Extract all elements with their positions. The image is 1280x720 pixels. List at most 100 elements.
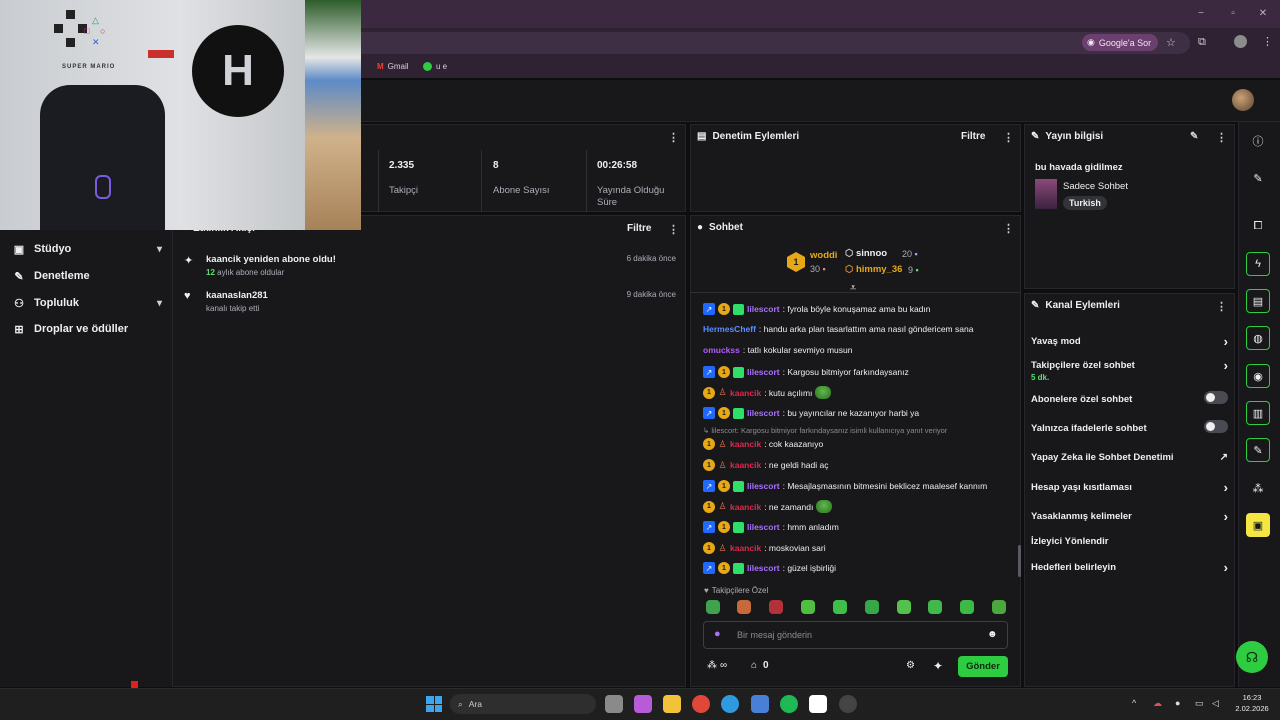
emote-8[interactable]: [928, 600, 942, 614]
chat-message[interactable]: ↗ 1 lilescort: Mesajlaşmasının bitmesini b…: [703, 480, 1013, 492]
prime-badge-icon[interactable]: ↗: [703, 562, 715, 574]
emote-4[interactable]: [801, 600, 815, 614]
stream-category[interactable]: Sadece Sohbet: [1063, 181, 1128, 192]
top-gifter-badge-icon[interactable]: 1: [718, 366, 730, 378]
chat-username[interactable]: lilescort: [747, 481, 780, 491]
tray-chevron-icon[interactable]: ^: [1132, 698, 1136, 708]
chat-username[interactable]: kaancik: [730, 439, 761, 449]
edit-pencil-icon[interactable]: ✎: [1246, 166, 1270, 190]
channel-action-item[interactable]: Hedefleri belirleyin ›: [1031, 560, 1228, 575]
chat-message[interactable]: ↗ 1 lilescort: bu yayıncılar ne kazanıyor …: [703, 407, 1013, 419]
stats-menu-icon[interactable]: ⋮: [668, 131, 679, 144]
maximize-icon[interactable]: ▫: [1228, 9, 1238, 19]
volume-icon[interactable]: ◁: [1212, 698, 1219, 709]
prime-badge-icon[interactable]: ↗: [703, 480, 715, 492]
activity-filter-button[interactable]: Filtre: [627, 223, 651, 234]
top-gifter-badge-icon[interactable]: 1: [703, 438, 715, 450]
mod-actions-menu-icon[interactable]: ⋮: [1003, 131, 1014, 144]
microphone-icon[interactable]: ●: [714, 628, 721, 640]
emote-1[interactable]: [706, 600, 720, 614]
chat-message[interactable]: ↗ 1 lilescort: hmm anladım: [703, 521, 1013, 533]
obs-icon[interactable]: [839, 695, 857, 713]
prime-badge-icon[interactable]: ↗: [703, 366, 715, 378]
channel-action-item[interactable]: İzleyici Yönlendir: [1031, 536, 1228, 547]
subscriber-badge-icon[interactable]: [733, 366, 744, 378]
top-gifter-badge-icon[interactable]: 1: [703, 500, 715, 513]
activity-item[interactable]: ✦ kaancik yeniden abone oldu! 12 aylık a…: [184, 254, 680, 277]
lightning-icon[interactable]: ϟ: [1246, 252, 1270, 276]
gift-badge-icon[interactable]: ♙: [718, 460, 727, 471]
address-bar[interactable]: [340, 32, 1190, 54]
info-icon[interactable]: ⓘ: [1246, 129, 1270, 153]
taskbar-search[interactable]: ⌕ Ara: [450, 694, 596, 714]
channel-action-item[interactable]: Yalnızca ifadelerle sohbet: [1031, 420, 1228, 434]
spotify-icon[interactable]: [780, 695, 798, 713]
toggle-switch[interactable]: [1204, 391, 1228, 404]
chat-bubble-icon[interactable]: ◍: [1246, 326, 1270, 350]
chat-username[interactable]: HermesCheff: [703, 324, 756, 334]
sidebar-item-moderation[interactable]: ✎ Denetleme: [12, 269, 162, 283]
help-headset-icon[interactable]: ☊: [1236, 641, 1268, 673]
subscriber-badge-icon[interactable]: [733, 521, 744, 533]
emote-5[interactable]: [833, 600, 847, 614]
subscriber-badge-icon[interactable]: [733, 407, 744, 419]
clapper-icon[interactable]: ▣: [1246, 513, 1270, 537]
chat-message[interactable]: ↗ 1 lilescort: güzel işbirliği: [703, 562, 1013, 574]
chrome-icon[interactable]: [692, 695, 710, 713]
emote-9[interactable]: [960, 600, 974, 614]
display-icon[interactable]: ▭: [1195, 698, 1204, 709]
top-gifter-badge-icon[interactable]: 1: [718, 407, 730, 419]
copilot-icon[interactable]: [634, 695, 652, 713]
chat-message[interactable]: 1 ♙ kaancik: kutu açılımı: [703, 386, 1013, 399]
chat-username[interactable]: omuckss: [703, 345, 740, 355]
chat-username[interactable]: lilescort: [747, 304, 780, 314]
leaderboard-first-name[interactable]: woddi: [810, 250, 837, 261]
store-app-icon[interactable]: [751, 695, 769, 713]
microphone-tray-icon[interactable]: ●: [1175, 698, 1180, 708]
subscriber-badge-icon[interactable]: [733, 562, 744, 574]
top-gifter-badge-icon[interactable]: 1: [718, 521, 730, 533]
profile-icon[interactable]: [1234, 35, 1247, 48]
top-gifter-badge-icon[interactable]: 1: [703, 386, 715, 399]
chat-scrollbar[interactable]: [1018, 545, 1021, 577]
chat-username[interactable]: lilescort: [747, 367, 780, 377]
puzzle-icon[interactable]: ✦: [933, 659, 943, 673]
channel-action-item[interactable]: Yavaş mod ›: [1031, 334, 1228, 349]
top-gifter-badge-icon[interactable]: 1: [703, 459, 715, 471]
prime-badge-icon[interactable]: ↗: [703, 303, 715, 315]
leaderboard-third[interactable]: ⬡ himmy_36: [845, 264, 902, 275]
edit-pencil-icon[interactable]: ✎: [1190, 131, 1198, 142]
broadcast-icon[interactable]: ◉: [1246, 364, 1270, 388]
emote-6[interactable]: [865, 600, 879, 614]
emote-7[interactable]: [897, 600, 911, 614]
chat-message[interactable]: 1 ♙ kaancik: cok kaazanıyo: [703, 438, 1013, 450]
extensions-icon[interactable]: ⧉: [1198, 36, 1206, 49]
chat-message[interactable]: ↗ 1 lilescort: fyrola böyle konuşamaz ama …: [703, 303, 1013, 315]
chat-settings-icon[interactable]: ⚙: [906, 660, 915, 671]
top-gifter-badge-icon[interactable]: 1: [718, 480, 730, 492]
channel-actions-menu-icon[interactable]: ⋮: [1216, 300, 1227, 313]
google-ask-chip[interactable]: ◉ Google'a Sor: [1082, 34, 1158, 51]
chat-username[interactable]: kaancik: [730, 388, 761, 398]
browser-menu-icon[interactable]: ⋮: [1262, 35, 1273, 48]
clipboard-icon[interactable]: ▤: [1246, 289, 1270, 313]
chat-message[interactable]: ↗ 1 lilescort: Kargosu bitmiyor farkındays…: [703, 366, 1013, 378]
top-gifter-badge-icon[interactable]: 1: [703, 542, 715, 554]
chat-username[interactable]: lilescort: [747, 522, 780, 532]
tray-app-icon[interactable]: ☁: [1153, 698, 1162, 709]
gift-badge-icon[interactable]: ♙: [718, 543, 727, 554]
top-gifter-badge-icon[interactable]: 1: [718, 303, 730, 315]
stream-info-menu-icon[interactable]: ⋮: [1216, 131, 1227, 144]
prime-badge-icon[interactable]: ↗: [703, 521, 715, 533]
gift-badge-icon[interactable]: ♙: [718, 387, 727, 398]
prime-badge-icon[interactable]: ↗: [703, 407, 715, 419]
subscriber-badge-icon[interactable]: [733, 303, 744, 315]
chat-username[interactable]: kaancik: [730, 460, 761, 470]
leaderboard-second[interactable]: ⬡ sinnoo: [845, 248, 887, 259]
task-view-icon[interactable]: [605, 695, 623, 713]
store-button[interactable]: ⌂ 0: [751, 660, 769, 671]
channel-action-item[interactable]: Takipçilere özel sohbet 5 dk. ›: [1031, 358, 1228, 382]
server-icon[interactable]: ▥: [1246, 401, 1270, 425]
chat-username[interactable]: kaancik: [730, 502, 761, 512]
emoji-icon[interactable]: ☻: [987, 629, 998, 640]
